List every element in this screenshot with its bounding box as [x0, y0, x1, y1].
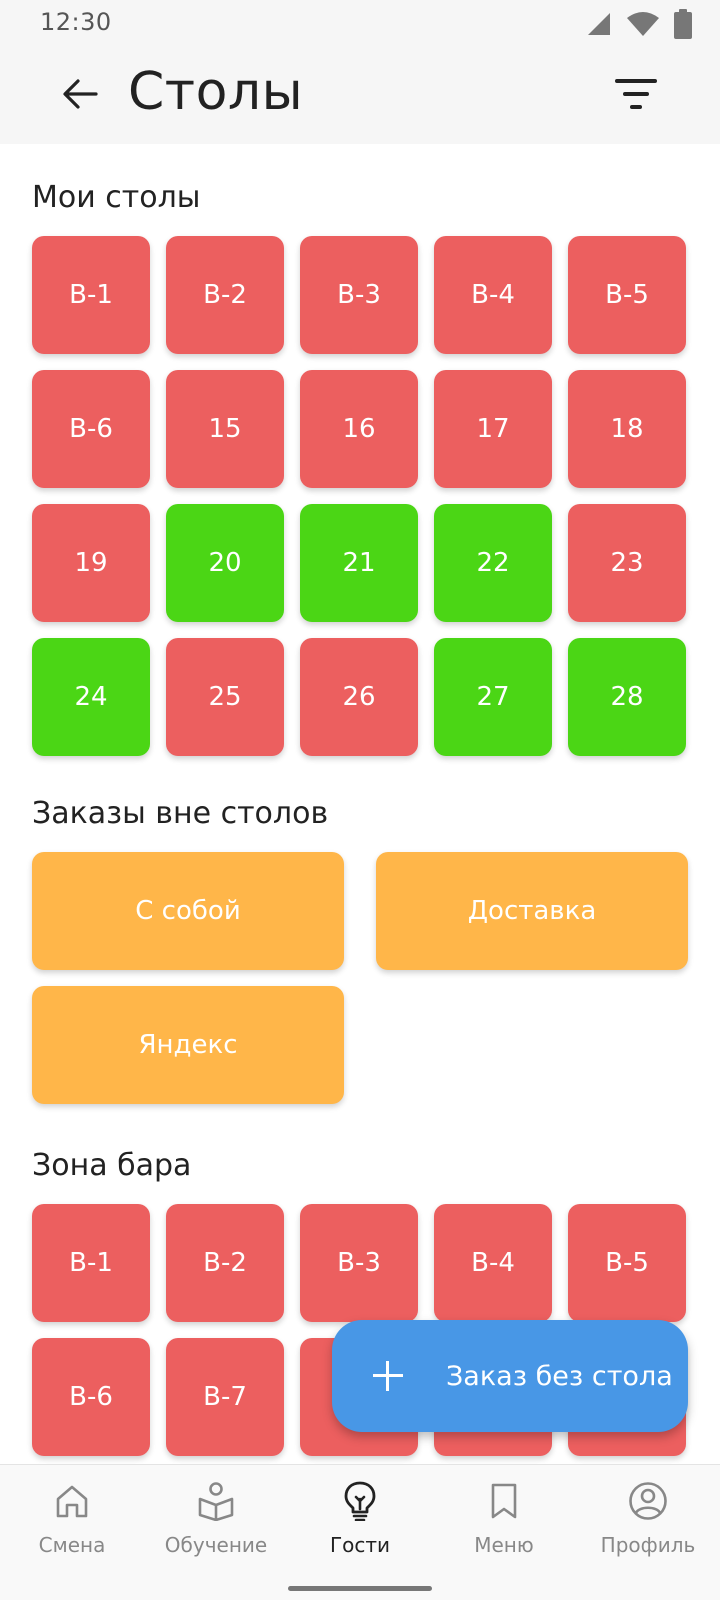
off-table-order-tile[interactable]: Яндекс	[32, 986, 344, 1104]
section-title-bar-zone: Зона бара	[32, 1148, 192, 1183]
battery-icon	[674, 9, 692, 43]
home-icon	[50, 1479, 94, 1523]
table-tile-label: 26	[342, 682, 376, 712]
bar-table-tile-label: В-6	[69, 1382, 113, 1412]
app-bar: Столы	[0, 46, 720, 144]
table-tile-label: 20	[208, 548, 242, 578]
bar-table-tile-label: В-1	[69, 1248, 113, 1278]
table-tile[interactable]: 19	[32, 504, 150, 622]
bar-table-tile[interactable]: В-1	[32, 1204, 150, 1322]
wifi-icon	[626, 11, 660, 41]
table-tile-label: 21	[342, 548, 376, 578]
table-tile-label: 22	[476, 548, 510, 578]
nav-item-shift[interactable]: Смена	[0, 1479, 144, 1557]
nav-label-profile: Профиль	[600, 1533, 696, 1557]
bottom-navigation: Смена Обучение Гости Меню Профиль	[0, 1464, 720, 1600]
table-tile-label: В-5	[605, 280, 649, 310]
filter-icon	[615, 77, 657, 115]
table-tile-label: В-3	[337, 280, 381, 310]
table-tile[interactable]: 23	[568, 504, 686, 622]
bar-table-tile[interactable]: В-4	[434, 1204, 552, 1322]
bar-table-tile[interactable]: В-2	[166, 1204, 284, 1322]
nav-label-menu: Меню	[474, 1533, 534, 1557]
table-tile[interactable]: 27	[434, 638, 552, 756]
table-tile-label: В-4	[471, 280, 515, 310]
status-icons	[586, 9, 692, 43]
table-tile[interactable]: 15	[166, 370, 284, 488]
bar-table-tile-label: В-3	[337, 1248, 381, 1278]
table-tile-label: В-2	[203, 280, 247, 310]
table-tile[interactable]: 22	[434, 504, 552, 622]
table-tile[interactable]: 18	[568, 370, 686, 488]
table-tile-label: 27	[476, 682, 510, 712]
table-tile-label: В-1	[69, 280, 113, 310]
bookmark-icon	[482, 1479, 526, 1523]
bar-table-tile-label: В-5	[605, 1248, 649, 1278]
bar-table-tile-label: В-2	[203, 1248, 247, 1278]
table-tile-label: 19	[74, 548, 108, 578]
nav-label-guests: Гости	[329, 1533, 391, 1557]
table-tile[interactable]: В-5	[568, 236, 686, 354]
table-tile[interactable]: В-6	[32, 370, 150, 488]
table-tile[interactable]: В-2	[166, 236, 284, 354]
nav-item-menu[interactable]: Меню	[432, 1479, 576, 1557]
off-table-order-tile-label: С собой	[135, 896, 241, 926]
off-table-order-tile[interactable]: Доставка	[376, 852, 688, 970]
bar-table-tile[interactable]: В-7	[166, 1338, 284, 1456]
bar-table-tile[interactable]: В-6	[32, 1338, 150, 1456]
page-title: Столы	[128, 62, 304, 122]
section-title-my-tables: Мои столы	[32, 180, 201, 215]
status-time: 12:30	[40, 8, 112, 36]
table-tile-label: 18	[610, 414, 644, 444]
table-tile[interactable]: 17	[434, 370, 552, 488]
table-tile-label: В-6	[69, 414, 113, 444]
table-tile-label: 28	[610, 682, 644, 712]
table-tile[interactable]: 21	[300, 504, 418, 622]
bar-table-tile[interactable]: В-3	[300, 1204, 418, 1322]
fab-label: Заказ без стола	[446, 1360, 673, 1392]
book-reader-icon	[194, 1479, 238, 1523]
bar-table-tile[interactable]: В-5	[568, 1204, 686, 1322]
table-tile[interactable]: 24	[32, 638, 150, 756]
table-tile[interactable]: 20	[166, 504, 284, 622]
table-tile[interactable]: 26	[300, 638, 418, 756]
order-without-table-button[interactable]: Заказ без стола	[332, 1320, 688, 1432]
profile-icon	[626, 1479, 670, 1523]
table-tile[interactable]: 25	[166, 638, 284, 756]
bar-table-tile-label: В-4	[471, 1248, 515, 1278]
tables-content[interactable]: Мои столы В-1 В-2 В-3 В-4 В-5 В-6 15 16 17 18 19 20…	[0, 144, 720, 1464]
back-button[interactable]	[52, 68, 108, 124]
my-tables-grid: В-1 В-2 В-3 В-4 В-5 В-6 15 16 17 18 19 20 21 22 23 24 25…	[32, 236, 686, 756]
section-title-off-table-orders: Заказы вне столов	[32, 796, 329, 831]
table-tile[interactable]: 28	[568, 638, 686, 756]
bar-table-tile-label: В-7	[203, 1382, 247, 1412]
table-tile[interactable]: 16	[300, 370, 418, 488]
table-tile[interactable]: В-1	[32, 236, 150, 354]
home-indicator	[288, 1586, 432, 1591]
table-tile-label: 17	[476, 414, 510, 444]
status-bar: 12:30	[0, 0, 720, 46]
off-table-order-tile-label: Доставка	[467, 896, 597, 926]
nav-item-profile[interactable]: Профиль	[576, 1479, 720, 1557]
table-tile-label: 16	[342, 414, 376, 444]
nav-item-training[interactable]: Обучение	[144, 1479, 288, 1557]
table-tile[interactable]: В-3	[300, 236, 418, 354]
nav-label-shift: Смена	[38, 1533, 106, 1557]
arrow-back-icon	[62, 78, 98, 114]
lightbulb-icon	[338, 1479, 382, 1523]
plus-icon	[370, 1359, 404, 1393]
cellular-signal-icon	[586, 11, 612, 41]
table-tile-label: 23	[610, 548, 644, 578]
table-tile-label: 24	[74, 682, 108, 712]
off-table-orders-grid: С собой Доставка Яндекс	[32, 852, 688, 1104]
filter-button[interactable]	[608, 70, 664, 122]
off-table-order-tile-label: Яндекс	[138, 1030, 238, 1060]
nav-label-training: Обучение	[164, 1533, 268, 1557]
table-tile-label: 15	[208, 414, 242, 444]
off-table-order-tile[interactable]: С собой	[32, 852, 344, 970]
table-tile-label: 25	[208, 682, 242, 712]
table-tile[interactable]: В-4	[434, 236, 552, 354]
nav-item-guests[interactable]: Гости	[288, 1479, 432, 1557]
